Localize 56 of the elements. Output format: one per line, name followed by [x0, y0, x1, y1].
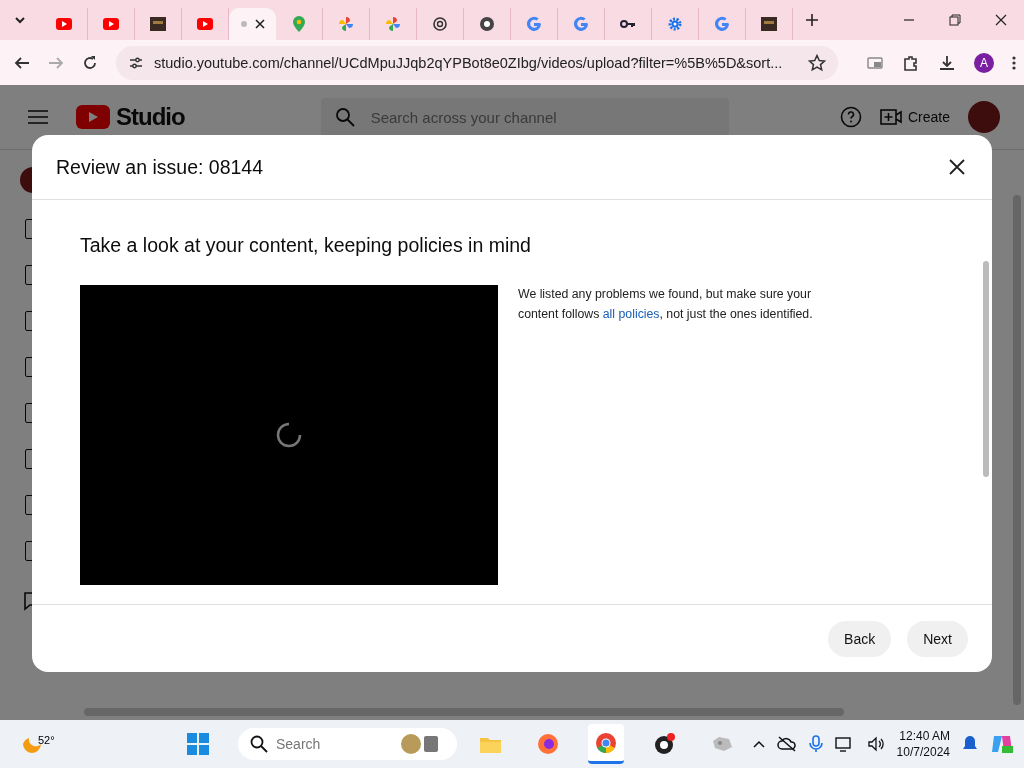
play-logo-icon [55, 15, 73, 33]
dialog-button[interactable]: Back [828, 620, 892, 657]
dot-icon [240, 21, 247, 27]
search-icon [334, 107, 355, 127]
bookmark-star-icon[interactable] [808, 53, 826, 72]
clock-time[interactable]: 12:40 AM [899, 728, 950, 744]
section-heading: Take a look at your content, keeping policies in mind [80, 234, 532, 257]
thumbnail-icon [149, 15, 167, 33]
loading-spinner-icon [276, 422, 302, 448]
pinwheel-icon [337, 15, 355, 33]
g-logo-icon [525, 15, 543, 33]
new-tab-icon[interactable] [805, 13, 819, 27]
create-button[interactable]: Create [879, 108, 950, 126]
reload-icon[interactable] [82, 54, 98, 71]
policies-link[interactable]: all policies [602, 307, 660, 321]
map-pin-icon [290, 15, 308, 33]
logo-text: Studio [116, 103, 185, 131]
scrollbar[interactable] [983, 261, 989, 477]
thumbnail-icon [760, 15, 778, 33]
more-icon[interactable] [1012, 54, 1016, 71]
cloud-off-icon[interactable] [776, 736, 797, 752]
dialog-button[interactable]: Next [907, 620, 968, 657]
close-icon[interactable] [254, 19, 265, 29]
policy-note: We listed any problems we found, but make sure your content follows all policies, not just the ones identified. [518, 286, 814, 323]
browser-logo-icon [478, 15, 496, 33]
gear-icon [666, 15, 684, 33]
chevron-up-icon[interactable] [752, 740, 765, 748]
close-icon[interactable] [948, 158, 966, 176]
play-logo-icon [76, 105, 110, 129]
clock-date[interactable]: 10/7/2024 [896, 744, 950, 760]
video-plus-icon [879, 108, 902, 126]
play-logo-icon [102, 15, 120, 33]
play-logo-icon [196, 15, 214, 33]
channel-avatar[interactable] [968, 101, 1000, 133]
profile-avatar[interactable]: A [974, 52, 994, 73]
pinwheel-icon [384, 15, 402, 33]
address-bar[interactable]: studio.youtube.com/channel/UCdMpuJJqb2qYPBot8e0ZIbg/videos/upload?filter=%5B%5D&sort... [116, 45, 838, 80]
caret-icon[interactable] [15, 16, 25, 24]
url-text: studio.youtube.com/channel/UCdMpuJJqb2qYPBot8e0ZIbg/videos/upload?filter=%5B%5D&sort... [154, 54, 784, 71]
dialog-title: Review an issue: 08144 [56, 155, 264, 179]
puzzle-icon[interactable] [902, 53, 920, 72]
search-icon [250, 735, 268, 753]
download-icon[interactable] [938, 53, 956, 72]
menu-icon[interactable] [28, 109, 48, 125]
g-logo-icon [713, 15, 731, 33]
taskbar-search-field[interactable]: Search [238, 728, 457, 760]
temperature-text: 52° [38, 734, 55, 746]
g-logo-icon [572, 15, 590, 33]
browser-logo-icon[interactable] [588, 724, 624, 764]
help-icon[interactable] [839, 106, 862, 128]
speaker-icon[interactable] [866, 736, 885, 752]
back-arrow-icon[interactable] [14, 54, 30, 71]
search-field[interactable]: Search across your channel [320, 98, 729, 136]
scrollbar[interactable] [1013, 195, 1021, 705]
microphone-icon[interactable] [808, 735, 823, 753]
scrollbar[interactable] [84, 708, 844, 716]
